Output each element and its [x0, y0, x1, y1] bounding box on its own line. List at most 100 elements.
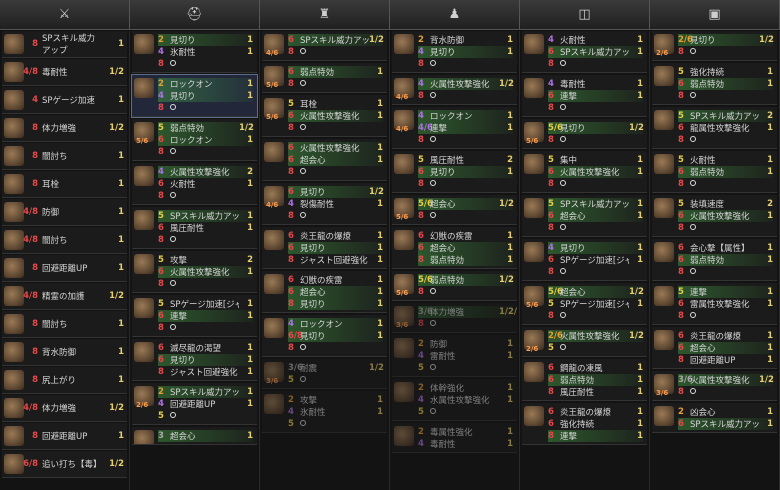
armor-card[interactable]: 3/63超会心1 [132, 427, 257, 445]
armor-card[interactable]: 5/65/6超会心1/25SPゲージ加速[ジャスト回避]18 [522, 283, 647, 325]
decoration-card[interactable]: 4/8 精霊の加護 1/2 [2, 283, 127, 310]
skill-row: 5 SPスキル威力アップ 1 [548, 198, 643, 210]
armor-card[interactable]: 2 防御 1 4 雷耐性 1 5 [392, 335, 517, 377]
decoration-card[interactable]: 4 SPゲージ加速 1 [2, 87, 127, 114]
decoration-card[interactable]: 4/8 防御 1 [2, 199, 127, 226]
armor-card[interactable]: 6 会心撃【属性】 1 6 弱点特効 1 8 [652, 239, 777, 281]
skill-value: 1 [637, 91, 643, 101]
armor-card[interactable]: 5 連撃 1 6 雷属性攻撃強化 1 8 [652, 283, 777, 325]
armor-card[interactable]: 5/6 5/6 見切り 1/2 8 [522, 119, 647, 149]
armor-card[interactable]: 2 体幹強化 1 4 水属性攻撃強化 1 5 [392, 379, 517, 421]
armor-card[interactable]: 5/6 6 弱点特効 1 8 [262, 63, 387, 93]
header-helmet-icon[interactable]: ⛑ [130, 0, 260, 29]
armor-card[interactable]: 5 SPスキル威力アップ 1 6 風圧耐性 1 8 [132, 207, 257, 249]
armor-card[interactable]: 4 毒耐性 1 6 連撃 1 8 [522, 75, 647, 117]
armor-card[interactable]: 2/6 2/6 火属性攻撃強化 1/2 5 [522, 327, 647, 357]
decoration-card[interactable]: 4/8 闇討ち 1 [2, 227, 127, 254]
header-waist-icon[interactable]: ◫ [520, 0, 650, 29]
armor-card[interactable]: 5/6 5/6 弱点特効 1/2 8 [392, 271, 517, 301]
decoration-card[interactable]: 8 耳栓 1 [2, 171, 127, 198]
armor-card[interactable]: 5 風圧耐性 2 6 見切り 1 8 [392, 151, 517, 193]
decoration-card[interactable]: 4/8 体力増強 1/2 [2, 395, 127, 422]
skill-name [430, 135, 499, 145]
decoration-card[interactable]: 8 闇討ち 1 [2, 311, 127, 338]
decoration-card[interactable]: 8 SPスキル威力アップ 1 [2, 31, 127, 58]
slot-level: 4/8 [23, 291, 38, 301]
header-chest-icon[interactable]: ♜ [260, 0, 390, 29]
armor-card[interactable]: 5/6 5 弱点特効 1/2 6 ロックオン 1 8 [132, 119, 257, 161]
decoration-card[interactable]: 8 体力増強 1/2 [2, 115, 127, 142]
armor-card[interactable]: 2 毒属性強化 1 4 毒耐性 1 [392, 423, 517, 453]
armor-card[interactable]: 6 炎王龍の爆燎 1 6 見切り 1 8 ジャスト回避強化 1 [262, 227, 387, 269]
armor-card[interactable]: 4/6 4 火属性攻撃強化 1/2 8 [392, 75, 517, 105]
armor-card[interactable]: 2 背水防御 1 4 見切り 1 8 [392, 31, 517, 73]
armor-card[interactable]: 5 装填速度 2 6 火属性攻撃強化 1 8 [652, 195, 777, 237]
armor-card[interactable]: 3/6 3/6 火属性攻撃強化 1/2 8 [652, 371, 777, 401]
rank-number: 8 [678, 387, 684, 397]
skill-row: 6 SPスキル威力アップ 1 [548, 46, 643, 58]
skill-value: 1 [637, 79, 643, 89]
decoration-card[interactable]: 8 背水防御 1 [2, 339, 127, 366]
armor-card[interactable]: 2 凶会心 1 6 SPスキル威力アップ 1 [652, 403, 777, 433]
decoration-card[interactable]: 6/8 追い打ち【毒】 1/2 [2, 451, 127, 478]
rank-number: 5 [548, 299, 554, 309]
rank-number: 6 [418, 243, 424, 253]
armor-card[interactable]: 5/6 5/6 超会心 1/2 8 [392, 195, 517, 225]
rank-number: 8 [548, 103, 554, 113]
rank-number: 4 [418, 395, 424, 405]
armor-card[interactable]: 6 滅尽龍の渇望 1 6 見切り 1 8 ジャスト回避強化 1 [132, 339, 257, 381]
skill-name: 火属性攻撃強化 [300, 144, 360, 154]
armor-card[interactable]: 5 攻撃 2 6 火属性攻撃強化 1 8 [132, 251, 257, 293]
armor-card[interactable]: 6 幻獣の疾雷 1 6 超会心 1 8 弱点特効 1 [392, 227, 517, 269]
armor-card[interactable]: 5 集中 1 6 火属性攻撃強化 1 8 [522, 151, 647, 193]
skill-value: 1 [377, 319, 383, 329]
rank-number: 2 [158, 35, 164, 45]
skill-row: 6 雷属性攻撃強化 1 [678, 298, 773, 310]
armor-card[interactable]: 6 炎王龍の爆燎 1 6 超会心 1 8 回避距離UP 1 [652, 327, 777, 369]
skill-value: 1 [247, 179, 253, 189]
skill-name: 風圧耐性 [170, 224, 205, 234]
armor-card[interactable]: 5 強化持続 1 6 弱点特効 1 8 [652, 63, 777, 105]
header-weapon-icon[interactable]: ⚔ [0, 0, 130, 29]
skill-row: 6 炎王龍の爆燎 1 [678, 330, 773, 342]
skill-value: 1 [637, 407, 643, 417]
armor-card[interactable]: 4 火属性攻撃強化 2 6 火耐性 1 8 [132, 163, 257, 205]
skill-name: 見切り [300, 244, 326, 254]
skill-name: 体力増強 [430, 308, 465, 318]
armor-card[interactable]: 3/6 3/6 耐震 1/2 5 [262, 359, 387, 389]
armor-card[interactable]: 4 火耐性 1 6 SPスキル威力アップ 1 8 [522, 31, 647, 73]
armor-card[interactable]: 4/6 4 ロックオン 1 4/6 連撃 1 8 [392, 107, 517, 149]
armor-card[interactable]: 4 見切り 1 6 SPゲージ加速[ジャスト回避] 1 8 [522, 239, 647, 281]
rank-number: 4 [418, 439, 424, 449]
decoration-card[interactable]: 4/8 毒耐性 1/2 [2, 59, 127, 86]
armor-card[interactable]: 5 SPゲージ加速[ジャスト回避] 1 6 連撃 1 8 [132, 295, 257, 337]
decoration-card[interactable]: 8 闇討ち 1 [2, 143, 127, 170]
header-legs-icon[interactable]: ▣ [650, 0, 780, 29]
armor-card[interactable]: 2 ロックオン 1 4 見切り 1 8 [131, 74, 258, 118]
slot-level: 5/6 [526, 301, 539, 309]
armor-card[interactable]: 2/6 2/6 見切り 1/2 8 [652, 31, 777, 61]
armor-card[interactable]: 5/6 5 耳栓 1 6 火属性攻撃強化 1 8 [262, 95, 387, 137]
skill-row: 8 [288, 210, 383, 222]
skill-row: 5 [288, 374, 383, 386]
armor-card[interactable]: 5 SPスキル威力アップ 2 6 龍属性攻撃強化 1 8 [652, 107, 777, 149]
empty-slot-icon [560, 136, 566, 142]
armor-card[interactable]: 4/6 6 見切り 1/2 4 裂傷耐性 1 8 [262, 183, 387, 225]
armor-card[interactable]: 6 炎王龍の爆燎 1 6 強化持続 1 8 連撃 1 [522, 403, 647, 445]
decoration-card[interactable]: 8 回避距離UP 1 [2, 423, 127, 450]
armor-card[interactable]: 5 SPスキル威力アップ 1 6 超会心 1 8 [522, 195, 647, 237]
armor-card[interactable]: 4 ロックオン 1 6/8 見切り 1 8 [262, 315, 387, 357]
armor-card[interactable]: 5 火耐性 1 6 弱点特効 1 8 [652, 151, 777, 193]
armor-card[interactable]: 4/6 6 SPスキル威力アップ1/2 8 [262, 31, 387, 61]
armor-card[interactable]: 6 幻獣の疾雷 1 6 超会心 1 8 見切り 1 [262, 271, 387, 313]
armor-card[interactable]: 2 見切り 1 4 氷耐性 1 8 [132, 31, 257, 73]
decoration-card[interactable]: 8 回避距離UP 1 [2, 255, 127, 282]
armor-card[interactable]: 6 鋼龍の凍風 1 6 弱点特効 1 8 風圧耐性 1 [522, 359, 647, 401]
decoration-card[interactable]: 8 尻上がり 1 [2, 367, 127, 394]
armor-card[interactable]: 3/63/6体力増強1/2/38 [392, 303, 517, 333]
skill-row: 6 龍属性攻撃強化 1 [678, 122, 773, 134]
armor-card[interactable]: 2 攻撃 1 4 氷耐性 1 5 [262, 391, 387, 433]
header-arms-icon[interactable]: ♟ [390, 0, 520, 29]
armor-card[interactable]: 2/6 2 SPスキル威力アップ 1 4 回避距離UP 1 5 [132, 383, 257, 425]
armor-card[interactable]: 6 火属性攻撃強化 1 6 超会心 1 8 [262, 139, 387, 181]
